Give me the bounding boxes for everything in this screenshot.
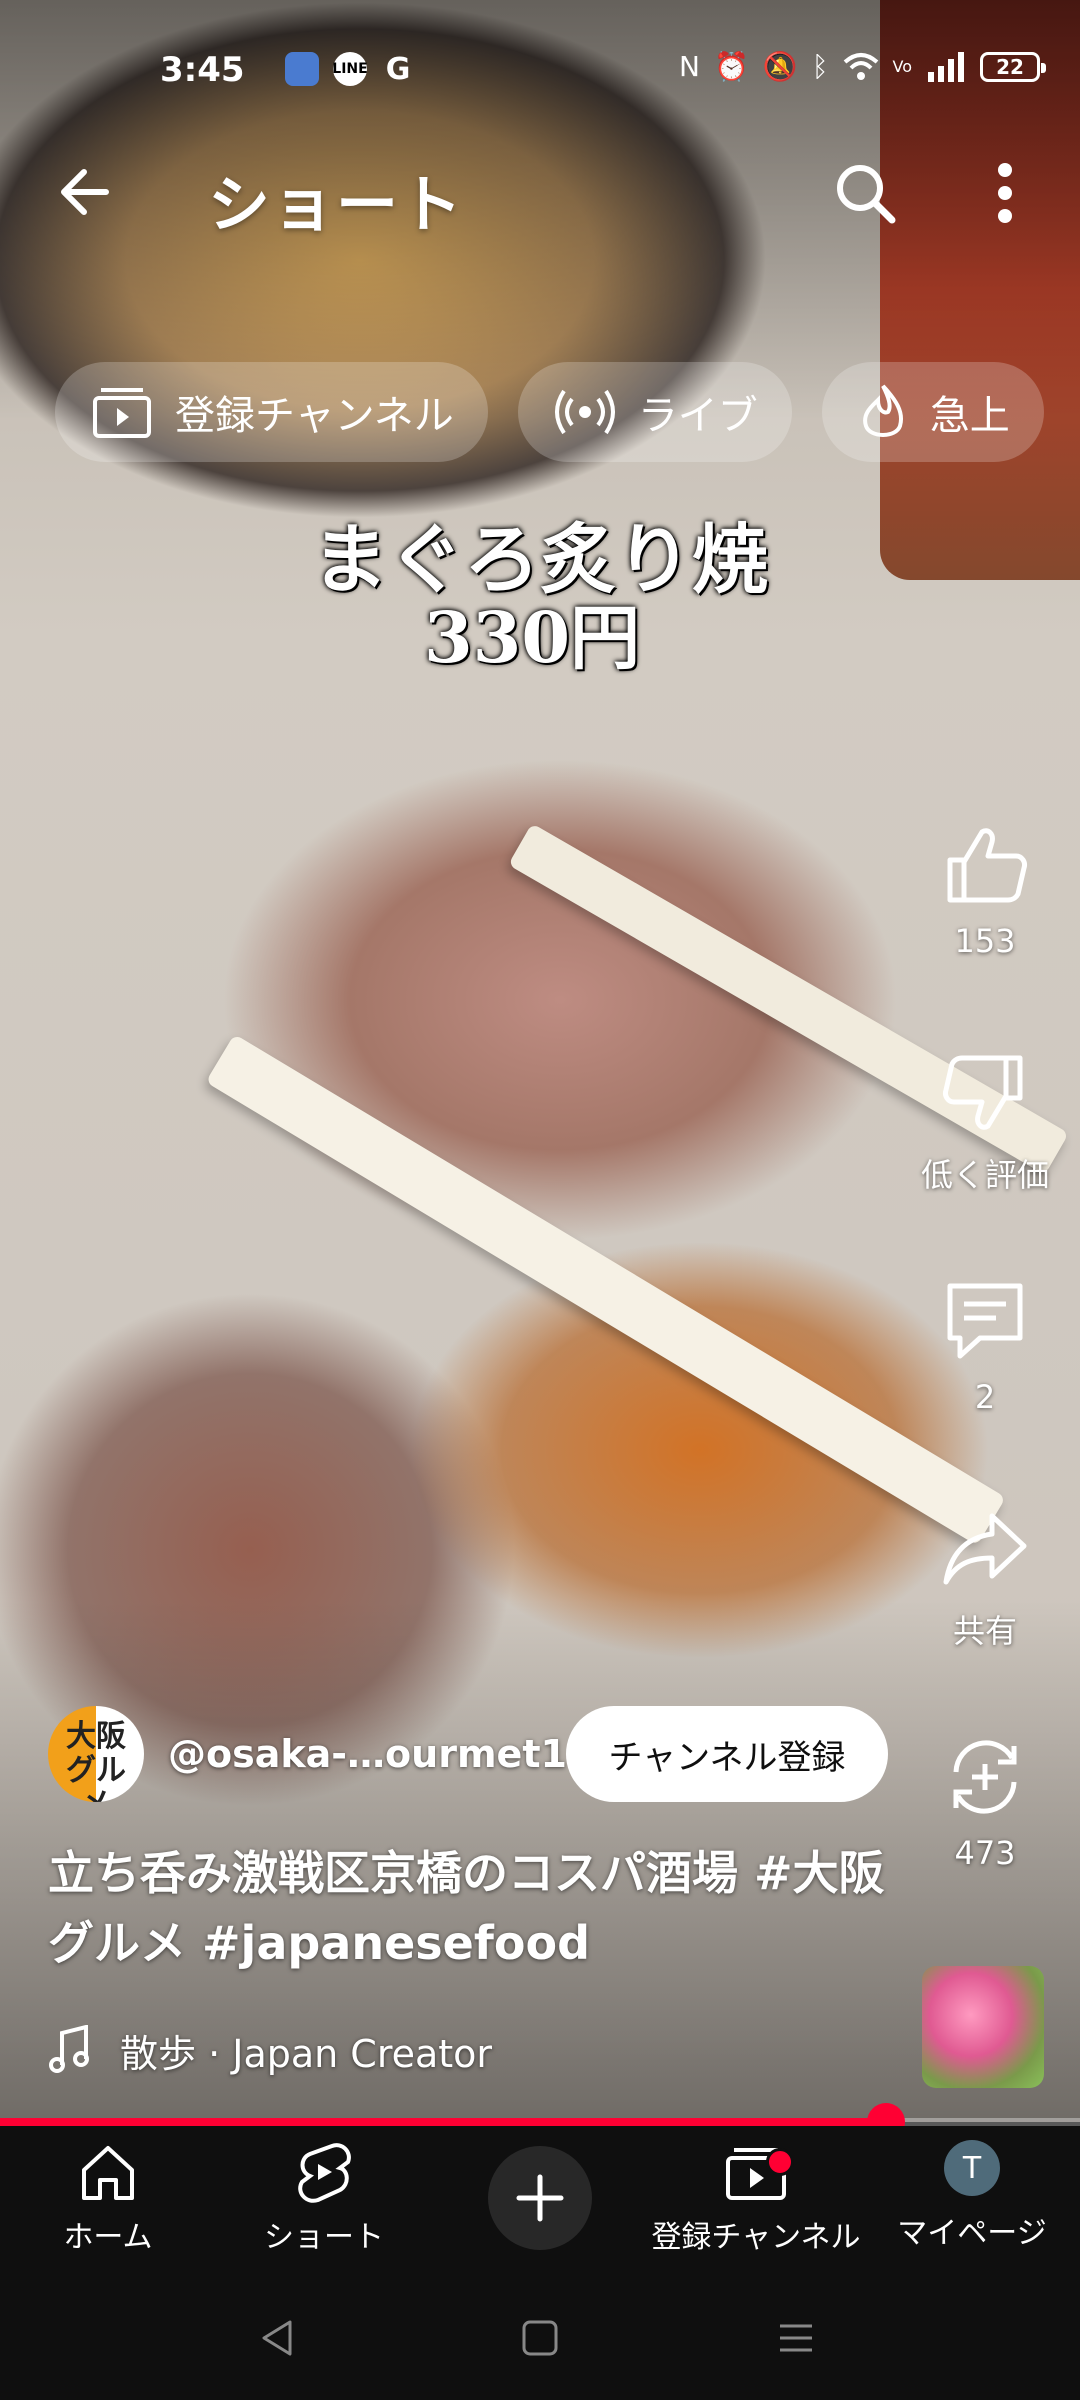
nav-subscriptions[interactable]: 登録チャンネル <box>648 2140 864 2256</box>
mute-icon: 🔕 <box>762 50 798 83</box>
wifi-icon <box>843 52 878 80</box>
notification-icons: LINE G <box>285 51 415 87</box>
avatar-line-1: 大阪 <box>66 1719 126 1754</box>
nfc-icon: N <box>678 50 700 83</box>
comment-count: 2 <box>974 1378 996 1416</box>
search-icon[interactable] <box>830 158 900 228</box>
chip-trending[interactable]: 急上 <box>821 362 1044 462</box>
remix-count: 473 <box>954 1834 1016 1872</box>
music-text: 散歩 · Japan Creator <box>120 2031 493 2076</box>
avatar: T <box>944 2140 1000 2196</box>
like-button[interactable]: 153 <box>915 820 1055 960</box>
line-icon: LINE <box>332 52 368 86</box>
more-options-icon[interactable] <box>985 158 1025 228</box>
music-thumbnail[interactable] <box>922 1966 1044 2088</box>
dislike-label: 低く評価 <box>920 1156 1049 1194</box>
shorts-icon <box>298 2143 351 2203</box>
new-content-dot <box>766 2148 794 2176</box>
video-progress-bar[interactable] <box>0 2103 1080 2141</box>
nav-label: マイページ <box>897 2216 1047 2251</box>
subscriptions-icon <box>93 388 151 438</box>
like-count: 153 <box>954 922 1016 960</box>
chip-live[interactable]: ライブ <box>517 362 792 462</box>
chip-subscriptions[interactable]: 登録チャンネル <box>55 362 488 462</box>
create-button[interactable] <box>488 2146 592 2250</box>
nav-label: 登録チャンネル <box>651 2220 861 2255</box>
channel-avatar-text: 大阪グルメ <box>56 1719 136 1803</box>
page-title: ショート <box>208 168 465 241</box>
home-icon <box>82 2146 134 2200</box>
video-overlay-price: 330円 <box>423 596 641 679</box>
top-app-bar: ショート <box>0 150 1080 241</box>
channel-avatar[interactable]: 大阪グルメ <box>48 1706 144 1802</box>
create-icon <box>516 2174 564 2222</box>
progress-fill <box>0 2118 886 2126</box>
live-icon <box>554 389 615 435</box>
alarm-icon: ⏰ <box>713 50 749 83</box>
channel-handle[interactable]: @osaka-…ourmet1 <box>168 1732 567 1776</box>
share-icon <box>943 1513 1027 1585</box>
channel-row: 大阪グルメ @osaka-…ourmet1 チャンネル登録 <box>48 1706 898 1806</box>
app-icon <box>285 52 319 86</box>
trending-icon <box>862 384 903 437</box>
music-note-icon <box>49 2025 89 2073</box>
recents-menu-icon[interactable] <box>774 2316 818 2360</box>
system-navigation-bar <box>0 2276 1080 2400</box>
bluetooth-icon: ᛒ <box>811 50 829 83</box>
avatar-line-2: グルメ <box>66 1753 126 1803</box>
status-time: 3:45 <box>160 50 245 90</box>
status-bar: 3:45 LINE G N ⏰ 🔕 ᛒ Vo 22 <box>0 40 1080 100</box>
chip-label: ライブ <box>637 393 758 439</box>
volte-icon: Vo <box>892 57 913 76</box>
share-label: 共有 <box>952 1612 1017 1650</box>
nav-my-page[interactable]: T マイページ <box>864 2140 1080 2252</box>
remix-icon <box>953 1740 1017 1814</box>
video-chopstick-2 <box>205 1033 1006 1546</box>
thumbs-up-icon <box>947 828 1027 903</box>
dislike-button[interactable]: 低く評価 <box>915 1048 1055 1196</box>
home-square-icon[interactable] <box>518 2316 562 2360</box>
subscribe-button[interactable]: チャンネル登録 <box>566 1706 888 1802</box>
nav-label: ショート <box>264 2220 384 2255</box>
music-row[interactable]: 散歩 · Japan Creator <box>48 2020 492 2080</box>
chip-label: 登録チャンネル <box>175 393 454 439</box>
chip-label: 急上 <box>929 393 1010 439</box>
nav-shorts[interactable]: ショート <box>216 2140 432 2256</box>
comments-button[interactable]: 2 <box>915 1276 1055 1416</box>
nav-label: ホーム <box>63 2220 153 2255</box>
google-icon: G <box>385 51 411 87</box>
nav-home[interactable]: ホーム <box>0 2140 216 2256</box>
video-caption[interactable]: 立ち呑み激戦区京橋のコスパ酒場 #大阪グルメ #japanesefood <box>48 1838 888 1978</box>
signal-icon <box>928 51 964 82</box>
share-button[interactable]: 共有 <box>915 1504 1055 1652</box>
bottom-navigation: ホーム ショート 登録チャンネル T マイページ <box>0 2126 1080 2276</box>
back-triangle-icon[interactable] <box>256 2316 300 2360</box>
battery-indicator: 22 <box>980 51 1046 82</box>
system-icons: N ⏰ 🔕 ᛒ Vo 22 <box>678 50 1046 83</box>
thumbs-down-icon <box>943 1055 1023 1130</box>
back-arrow-icon[interactable] <box>50 160 114 224</box>
comment-icon <box>947 1283 1023 1359</box>
feed-filter-chips: 登録チャンネル ライブ 急上 <box>55 362 1080 462</box>
remix-button[interactable]: 473 <box>915 1732 1055 1872</box>
